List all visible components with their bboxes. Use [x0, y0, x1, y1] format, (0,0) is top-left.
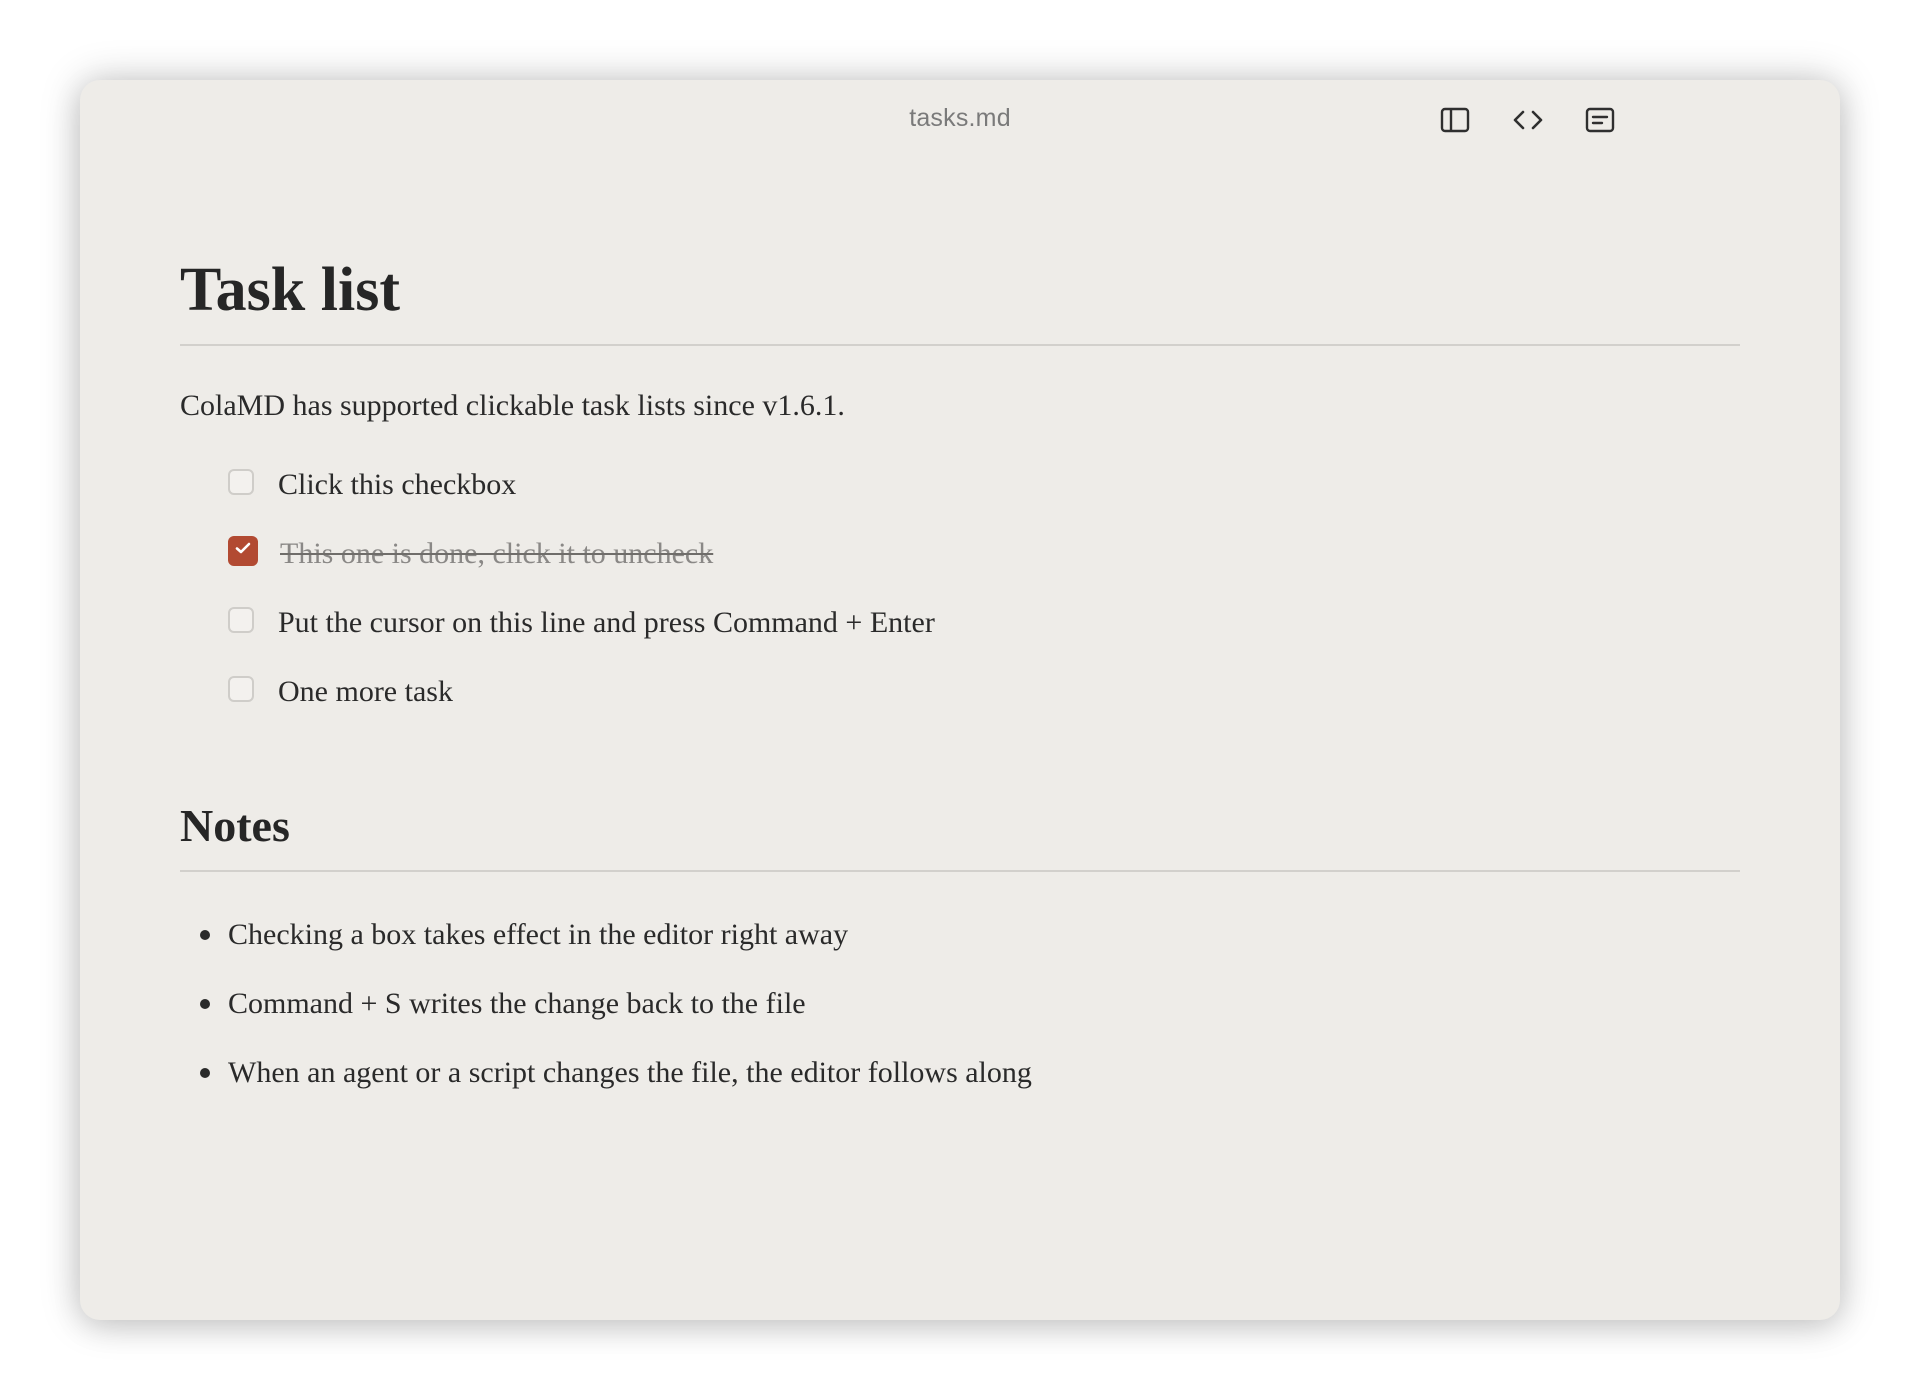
document-content[interactable]: Task list ColaMD has supported clickable… — [180, 250, 1740, 1107]
outline-button[interactable] — [1580, 100, 1620, 140]
task-checkbox[interactable] — [228, 675, 254, 702]
list-item: Checking a box takes effect in the edito… — [180, 900, 1740, 969]
bullet-icon — [200, 998, 210, 1009]
task-list: Click this checkbox This one is done, cl… — [228, 450, 1740, 726]
checkmark-icon — [234, 541, 252, 560]
task-item: Click this checkbox — [228, 450, 1740, 519]
note-text: When an agent or a script changes the fi… — [228, 1055, 1032, 1089]
task-checkbox[interactable] — [228, 606, 254, 633]
bullet-icon — [200, 929, 210, 940]
task-checkbox-checked[interactable] — [228, 535, 258, 566]
source-view-button[interactable] — [1508, 100, 1548, 140]
task-item: This one is done, click it to uncheck — [228, 519, 1740, 588]
note-text: Checking a box takes effect in the edito… — [228, 917, 849, 951]
task-label: This one is done, click it to uncheck — [280, 536, 714, 570]
page-title: Task list — [180, 256, 400, 324]
task-item: Put the cursor on this line and press Co… — [228, 588, 1740, 657]
notes-heading: Notes — [180, 800, 290, 851]
title-bar: tasks.md — [80, 80, 1840, 160]
task-checkbox[interactable] — [228, 468, 254, 495]
notes-divider — [180, 870, 1740, 872]
task-label: One more task — [278, 674, 453, 708]
outline-icon — [1585, 107, 1615, 133]
heading-divider — [180, 344, 1740, 346]
sidebar-toggle-button[interactable] — [1435, 100, 1475, 140]
window-title: tasks.md — [909, 104, 1011, 132]
code-brackets-icon — [1513, 108, 1543, 132]
list-item: Command + S writes the change back to th… — [180, 969, 1740, 1038]
intro-paragraph: ColaMD has supported clickable task list… — [180, 389, 845, 422]
editor-window: tasks.md Task list ColaMD has supported … — [80, 80, 1840, 1320]
bullet-icon — [200, 1067, 210, 1078]
note-text: Command + S writes the change back to th… — [228, 986, 806, 1020]
sidebar-toggle-icon — [1440, 107, 1470, 133]
task-label: Put the cursor on this line and press Co… — [278, 605, 935, 639]
list-item: When an agent or a script changes the fi… — [180, 1038, 1740, 1107]
task-item: One more task — [228, 657, 1740, 726]
task-label: Click this checkbox — [278, 467, 517, 501]
notes-list: Checking a box takes effect in the edito… — [180, 900, 1740, 1107]
